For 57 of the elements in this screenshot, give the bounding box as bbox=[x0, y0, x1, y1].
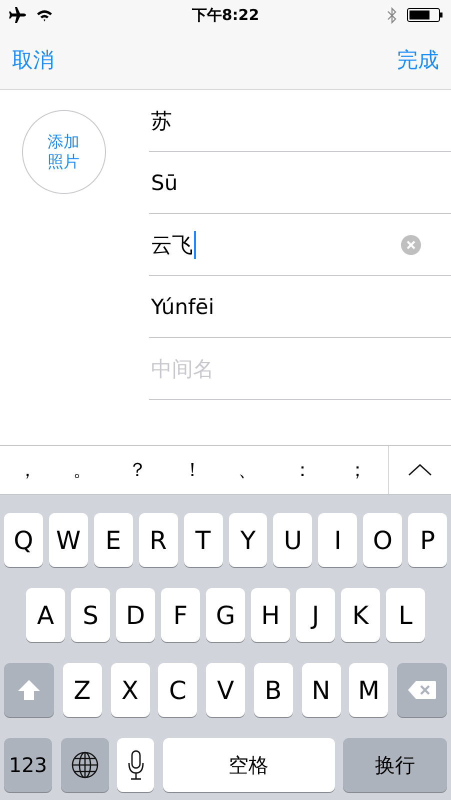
battery-icon bbox=[407, 8, 443, 22]
keyboard-key[interactable]: F bbox=[161, 588, 200, 642]
numbers-key[interactable]: 123 bbox=[4, 738, 52, 792]
space-key[interactable]: 空格 bbox=[162, 738, 334, 792]
shift-key[interactable] bbox=[4, 663, 54, 717]
globe-key[interactable] bbox=[60, 738, 108, 792]
clear-icon[interactable] bbox=[401, 234, 421, 254]
bluetooth-icon bbox=[387, 6, 397, 24]
keyboard-key[interactable]: D bbox=[116, 588, 155, 642]
text-cursor bbox=[194, 230, 196, 258]
chevron-up-icon bbox=[408, 464, 432, 476]
text-field[interactable]: 中间名 bbox=[149, 356, 421, 380]
keyboard-key[interactable]: T bbox=[184, 513, 222, 567]
keyboard-key[interactable]: V bbox=[206, 663, 245, 717]
delete-key[interactable] bbox=[397, 663, 447, 717]
punctuation-candidate[interactable]: ！ bbox=[165, 446, 220, 494]
keyboard-key[interactable]: I bbox=[318, 513, 358, 567]
status-time: 下午8:22 bbox=[190, 6, 260, 24]
keyboard-key[interactable]: C bbox=[158, 663, 198, 717]
text-field[interactable]: 云飞 bbox=[149, 230, 193, 258]
keyboard-key[interactable]: W bbox=[48, 513, 88, 567]
keyboard-key[interactable]: L bbox=[386, 588, 425, 642]
keyboard-key[interactable]: Z bbox=[62, 663, 102, 717]
text-field[interactable]: Yúnfēi bbox=[149, 294, 421, 318]
keyboard-key[interactable]: S bbox=[71, 588, 110, 642]
punctuation-candidate[interactable]: ， bbox=[0, 446, 55, 494]
text-field[interactable]: Sū bbox=[149, 170, 421, 194]
return-key[interactable]: 换行 bbox=[343, 738, 447, 792]
airplane-icon bbox=[8, 7, 26, 23]
keyboard-key[interactable]: O bbox=[363, 513, 402, 567]
keyboard-key[interactable]: G bbox=[206, 588, 245, 642]
microphone-icon bbox=[128, 750, 144, 780]
keyboard-key[interactable]: X bbox=[110, 663, 150, 717]
keyboard-key[interactable]: A bbox=[26, 588, 65, 642]
punctuation-candidate[interactable]: ： bbox=[275, 446, 330, 494]
punctuation-candidate[interactable]: ？ bbox=[110, 446, 165, 494]
keyboard-key[interactable]: P bbox=[408, 513, 448, 567]
keyboard-key[interactable]: E bbox=[94, 513, 133, 567]
punctuation-candidate[interactable]: 、 bbox=[220, 446, 275, 494]
keyboard-key[interactable]: B bbox=[254, 663, 293, 717]
text-field[interactable]: 苏 bbox=[149, 108, 421, 132]
keyboard-key[interactable]: J bbox=[296, 588, 335, 642]
punctuation-candidate[interactable]: 。 bbox=[55, 446, 110, 494]
keyboard-key[interactable]: M bbox=[349, 663, 388, 717]
keyboard-key[interactable]: H bbox=[251, 588, 290, 642]
shift-arrow-icon bbox=[17, 679, 41, 701]
keyboard-key[interactable]: Y bbox=[228, 513, 268, 567]
backspace-icon bbox=[407, 680, 437, 700]
keyboard-key[interactable]: K bbox=[341, 588, 380, 642]
wifi-icon bbox=[36, 8, 53, 22]
keyboard-key[interactable]: Q bbox=[4, 513, 43, 567]
keyboard-key[interactable]: N bbox=[302, 663, 340, 717]
keyboard-key[interactable]: R bbox=[138, 513, 178, 567]
keyboard-key[interactable]: U bbox=[273, 513, 312, 567]
globe-icon bbox=[70, 751, 98, 779]
punctuation-candidate[interactable]: ； bbox=[330, 446, 385, 494]
microphone-key[interactable] bbox=[117, 738, 154, 792]
